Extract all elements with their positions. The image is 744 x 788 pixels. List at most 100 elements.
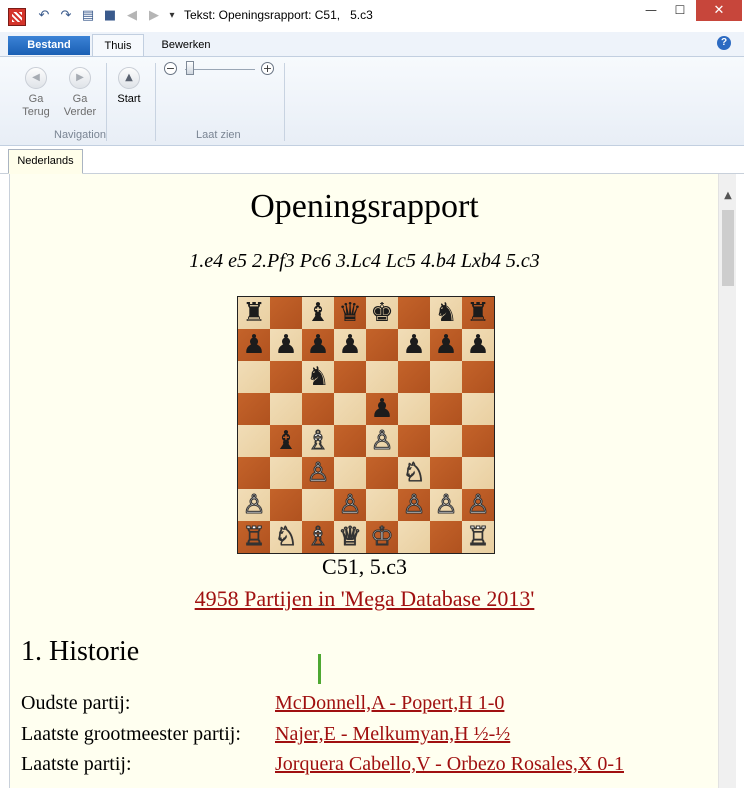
chess-piece: ♔ — [370, 522, 394, 552]
chess-piece: ♟ — [402, 330, 426, 360]
board-square — [398, 521, 430, 553]
scroll-up-icon[interactable]: ▲ — [719, 190, 737, 201]
forward-arrow-icon: ▶ — [69, 67, 91, 89]
board-square — [270, 297, 302, 329]
chess-piece: ♙ — [402, 490, 426, 520]
board-square: ♘ — [398, 457, 430, 489]
tab-nederlands[interactable]: Nederlands — [8, 149, 83, 174]
back-icon[interactable]: ◀ — [124, 8, 140, 24]
zoom-slider[interactable] — [185, 69, 255, 70]
board-square: ♙ — [366, 425, 398, 457]
board-square: ♖ — [462, 521, 494, 553]
zoom-out-icon[interactable]: − — [164, 62, 177, 75]
board-square: ♙ — [398, 489, 430, 521]
chess-piece: ♛ — [338, 298, 362, 328]
start-button[interactable]: ▲ Start — [110, 67, 148, 106]
redo-icon[interactable]: ↷ — [58, 8, 74, 24]
chess-piece: ♙ — [306, 458, 330, 488]
latest-game-label: Laatste partij: — [21, 753, 132, 775]
eco-code: C51, 5.c3 — [322, 554, 407, 579]
board-square — [270, 361, 302, 393]
latest-gm-game-link[interactable]: Najer,E - Melkumyan,H ½-½ — [275, 723, 510, 746]
board-square — [334, 457, 366, 489]
save-icon[interactable]: ■ — [102, 8, 118, 24]
board-square: ♙ — [430, 489, 462, 521]
board-square: ♙ — [334, 489, 366, 521]
oldest-game-link[interactable]: McDonnell,A - Popert,H 1-0 — [275, 692, 504, 715]
chess-piece: ♙ — [370, 426, 394, 456]
forward-label-2: Verder — [63, 106, 97, 118]
chess-piece: ♘ — [274, 522, 298, 552]
board-square — [334, 361, 366, 393]
board-square: ♙ — [302, 457, 334, 489]
forward-icon[interactable]: ▶ — [146, 8, 162, 24]
customize-icon[interactable]: ▾ — [164, 8, 180, 24]
start-label: Start — [117, 93, 141, 105]
last-move-arrow — [318, 654, 321, 684]
undo-icon[interactable]: ↶ — [36, 8, 52, 24]
chess-piece: ♟ — [466, 330, 490, 360]
file-tab[interactable]: Bestand — [8, 36, 90, 55]
chess-piece: ♜ — [242, 298, 266, 328]
database-link[interactable]: 4958 Partijen in 'Mega Database 2013' — [10, 586, 719, 612]
board-square — [366, 489, 398, 521]
back-button[interactable]: ◀ Ga Terug — [18, 67, 54, 119]
board-square — [430, 521, 462, 553]
tab-thuis[interactable]: Thuis — [92, 34, 144, 56]
board-square — [270, 393, 302, 425]
board-square — [366, 329, 398, 361]
board-square — [430, 393, 462, 425]
maximize-button[interactable]: ☐ — [666, 0, 694, 21]
vertical-scrollbar[interactable]: ▲ — [718, 174, 737, 788]
board-square — [270, 457, 302, 489]
oldest-game-label: Oudste partij: — [21, 692, 131, 714]
chess-piece: ♘ — [402, 458, 426, 488]
chess-piece: ♝ — [274, 426, 298, 456]
board-square — [398, 425, 430, 457]
chess-piece: ♖ — [242, 522, 266, 552]
opening-moves: 1.e4 e5 2.Pf3 Pc6 3.Lc4 Lc5 4.b4 Lxb4 5.… — [189, 250, 540, 272]
group-label-view: Laat zien — [196, 129, 241, 141]
scrollbar-thumb[interactable] — [722, 210, 734, 286]
chess-piece: ♟ — [306, 330, 330, 360]
board-square — [366, 361, 398, 393]
report-title: Openingsrapport — [250, 188, 479, 225]
window-border — [736, 174, 744, 788]
board-square: ♞ — [302, 361, 334, 393]
board-square: ♗ — [302, 521, 334, 553]
board-square — [238, 425, 270, 457]
board-square: ♛ — [334, 297, 366, 329]
chess-piece: ♙ — [338, 490, 362, 520]
board-square: ♟ — [270, 329, 302, 361]
close-button[interactable]: ✕ — [696, 0, 742, 21]
board-square — [398, 361, 430, 393]
chess-piece: ♗ — [306, 426, 330, 456]
chess-board: ♜ ♝ ♛ ♚ ♞ ♜ ♟ ♟ ♟ ♟ ♟ ♟ ♟ ♞ ♟ ♝ ♗ ♙ ♙ ♘ ♙ ♙ ♙ ♙ ♙ ♖ ♘ ♗ ♕ ♔ ♖ — [237, 296, 495, 554]
zoom-slider-thumb[interactable] — [186, 61, 194, 75]
board-square — [398, 297, 430, 329]
zoom-in-icon[interactable]: + — [261, 62, 274, 75]
chess-piece: ♟ — [242, 330, 266, 360]
board-square — [462, 425, 494, 457]
chess-piece: ♟ — [434, 330, 458, 360]
board-square: ♟ — [366, 393, 398, 425]
tab-bewerken[interactable]: Bewerken — [152, 34, 220, 56]
board-square — [302, 393, 334, 425]
board-square: ♞ — [430, 297, 462, 329]
help-icon[interactable]: ? — [717, 36, 731, 50]
latest-game-link[interactable]: Jorquera Cabello,V - Orbezo Rosales,X 0-… — [275, 753, 624, 776]
app-icon[interactable] — [8, 8, 26, 26]
print-icon[interactable]: ▤ — [80, 8, 96, 24]
latest-gm-game-label: Laatste grootmeester partij: — [21, 723, 241, 745]
forward-button[interactable]: ▶ Ga Verder — [60, 67, 100, 119]
chess-piece: ♝ — [306, 298, 330, 328]
board-square — [462, 457, 494, 489]
chess-piece: ♜ — [466, 298, 490, 328]
minimize-button[interactable]: — — [637, 0, 665, 21]
board-square: ♗ — [302, 425, 334, 457]
forward-label-1: Ga — [72, 93, 88, 105]
board-square — [366, 457, 398, 489]
board-square — [302, 489, 334, 521]
board-square: ♖ — [238, 521, 270, 553]
chess-piece: ♟ — [370, 394, 394, 424]
